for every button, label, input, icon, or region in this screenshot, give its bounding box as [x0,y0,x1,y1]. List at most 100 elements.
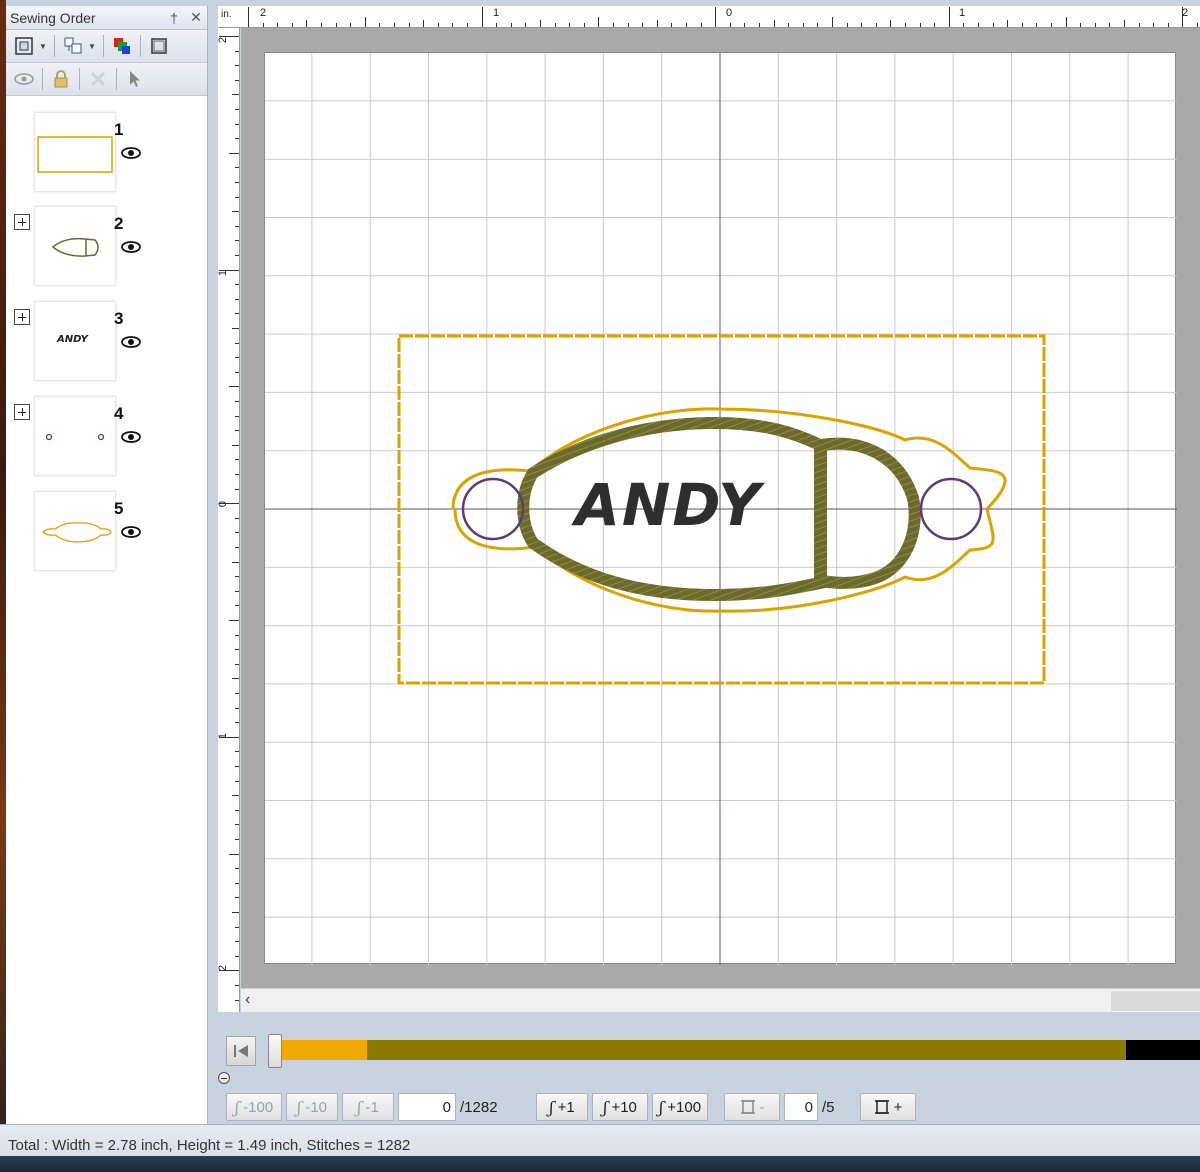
lock-icon[interactable] [49,67,73,91]
group-icon[interactable] [61,34,85,58]
sewing-item-4[interactable]: 4 [6,390,206,476]
ruler-tick [496,23,498,27]
group-dropdown-icon[interactable]: ▼ [87,42,97,51]
needle-icon: ʃ [296,1097,302,1117]
eye-icon[interactable] [120,430,142,444]
eye-icon[interactable] [120,525,142,539]
design-canvas[interactable]: ANDY [264,52,1177,965]
ruler-tick [235,751,239,753]
visibility-icon[interactable] [12,67,36,91]
color-sort-icon[interactable] [110,34,134,58]
frame-icon[interactable] [147,34,171,58]
next-color-button[interactable]: + [860,1093,916,1121]
forward-100-button[interactable]: ʃ +100 [652,1093,708,1121]
ruler-tick [229,853,239,855]
ruler-tick [277,23,279,27]
eye-icon[interactable] [120,335,142,349]
ruler-tick [235,65,239,67]
scrollbar-thumb[interactable] [1111,991,1200,1011]
design-svg: ANDY [265,53,1177,965]
scroll-left-icon[interactable]: ‹ [245,991,250,1009]
color-total: /5 [822,1098,835,1116]
toolbar-divider [79,68,80,90]
satin-tab[interactable] [815,437,921,589]
expand-icon[interactable] [14,214,30,230]
select-pointer-icon[interactable] [123,67,147,91]
ruler-tick [379,23,381,27]
panel-toolbar-bottom [6,63,207,96]
sewing-item-number: 2 [114,214,124,233]
ruler-tick [232,94,239,96]
ruler-tick [671,23,673,27]
ruler-tick [291,23,293,27]
stitch-total: /1282 [460,1098,498,1116]
needle-icon: ʃ [603,1097,608,1117]
sewing-item-number: 3 [114,309,124,328]
back-100-button[interactable]: ʃ -100 [226,1093,282,1121]
ruler-unit-label: in. [221,9,232,20]
toolbar-divider [116,68,117,90]
ruler-tick [510,23,512,27]
zoom-dropdown-icon[interactable]: ▼ [38,42,48,51]
ruler-tick [1124,20,1125,27]
stitch-number-input[interactable]: 0 [398,1093,456,1121]
go-to-start-icon[interactable] [226,1036,256,1066]
stitch-slider-thumb[interactable] [268,1034,282,1068]
ruler-tick [934,23,936,27]
delete-icon[interactable] [86,67,110,91]
zoom-fit-icon[interactable] [12,34,36,58]
ruler-tick [467,23,468,27]
forward-1-button[interactable]: ʃ +1 [536,1093,588,1121]
ruler-tick [583,23,585,27]
stitch-slider-track[interactable] [274,1040,1200,1060]
ruler-tick [1080,23,1082,27]
sewing-item-thumbnail [34,491,116,571]
pin-icon[interactable]: † [163,10,185,26]
forward-10-button[interactable]: ʃ +10 [592,1093,648,1121]
color-number-input[interactable]: 0 [784,1093,818,1121]
ruler-tick [235,576,239,578]
ruler-tick [875,23,877,27]
collapse-icon[interactable] [218,1072,230,1084]
ruler-tick [232,444,239,446]
sewing-item-2[interactable]: 2 [6,200,206,286]
back-10-button[interactable]: ʃ -10 [286,1093,338,1121]
sewing-item-1[interactable]: 1 [6,106,206,192]
previous-color-label: - [759,1098,765,1116]
ruler-tick [235,780,239,782]
ruler-label: 1 [218,732,230,740]
color-segment-1 [274,1040,367,1060]
ruler-tick [235,590,239,592]
sewing-item-3[interactable]: ANDY 3 [6,295,206,381]
sewing-item-5[interactable]: 5 [6,485,206,571]
horizontal-scrollbar[interactable]: ‹ [241,988,1200,1012]
toolbar-divider [140,35,141,57]
ruler-tick [700,23,702,27]
ruler-tick [232,561,239,563]
close-icon[interactable]: ✕ [185,9,207,26]
ruler-tick [235,401,239,402]
ruler-tick [1109,23,1111,27]
ruler-tick [963,23,965,27]
ruler-tick [423,20,425,27]
forward-100-label: +100 [667,1098,702,1116]
taskbar-strip [0,1156,1200,1172]
back-1-button[interactable]: ʃ -1 [342,1093,394,1121]
expand-icon[interactable] [14,404,30,420]
eye-icon[interactable] [120,240,142,254]
back-100-label: -100 [243,1098,274,1116]
ruler-tick [235,50,239,52]
previous-color-button[interactable]: - [724,1093,780,1121]
expand-icon[interactable] [14,309,30,325]
ruler-tick [235,824,239,826]
thumbnail-text: ANDY [57,334,88,345]
ruler-label: 1 [959,7,966,19]
design-text[interactable]: ANDY [571,471,765,539]
ruler-tick [235,138,239,140]
ruler-label: 0 [726,7,733,19]
color-segment-3 [1125,1040,1200,1060]
ruler-tick [235,605,239,607]
eye-icon[interactable] [120,146,142,160]
ruler-tick [408,23,410,27]
ruler-tick [235,722,239,724]
